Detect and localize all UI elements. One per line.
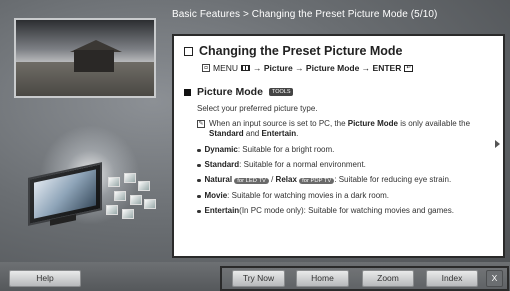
subsection-heading: Picture Mode TOOLS [184, 86, 481, 98]
list-item: Natural for LED TV / Relax for PDP TV: S… [197, 175, 481, 186]
content-panel[interactable]: Changing the Preset Picture Mode ◘ MENU … [172, 34, 505, 258]
square-bullet-icon [184, 88, 191, 96]
breadcrumb: Basic Features > Changing the Preset Pic… [172, 9, 438, 20]
menu-icon [241, 65, 251, 71]
menu-label: MENU [213, 63, 239, 73]
menu-path: ◘ MENU → Picture → Picture Mode → ENTER … [202, 63, 481, 73]
menu-path-text: → Picture → Picture Mode → ENTER [253, 63, 402, 73]
list-item: Dynamic: Suitable for a bright room. [197, 145, 481, 155]
description-text: Select your preferred picture type. [197, 104, 318, 113]
tv-illustration [10, 115, 160, 255]
help-button[interactable]: Help [9, 270, 81, 287]
index-button[interactable]: Index [426, 270, 478, 287]
close-button[interactable]: X [486, 270, 503, 287]
illustration-panel [0, 0, 170, 262]
tools-badge: TOOLS [268, 88, 294, 96]
home-button[interactable]: Home [296, 270, 349, 287]
pdp-tv-badge: for PDP TV [299, 178, 335, 184]
section-heading: Changing the Preset Picture Mode [184, 44, 481, 58]
led-tv-badge: for LED TV [234, 178, 269, 184]
zoom-button[interactable]: Zoom [362, 270, 414, 287]
next-page-arrow-icon[interactable] [495, 140, 500, 148]
list-item: Entertain(In PC mode only): Suitable for… [197, 206, 481, 216]
remote-icon: ◘ [202, 64, 210, 72]
e-manual-screen: Basic Features > Changing the Preset Pic… [0, 0, 510, 291]
picture-mode-list: Dynamic: Suitable for a bright room. Sta… [197, 145, 481, 216]
note: ✎ When an input source is set to PC, the… [197, 119, 481, 139]
subsection-title: Picture Mode [197, 86, 263, 98]
section-title: Changing the Preset Picture Mode [199, 44, 403, 58]
list-item: Movie: Suitable for watching movies in a… [197, 191, 481, 201]
preview-thumbnail [14, 18, 156, 98]
checkbox-icon [184, 46, 193, 56]
note-text: When an input source is set to PC, the P… [209, 119, 471, 138]
list-item: Standard: Suitable for a normal environm… [197, 160, 481, 170]
enter-icon: ↵ [404, 64, 414, 72]
note-icon: ✎ [197, 120, 205, 128]
try-now-button[interactable]: Try Now [232, 270, 285, 287]
